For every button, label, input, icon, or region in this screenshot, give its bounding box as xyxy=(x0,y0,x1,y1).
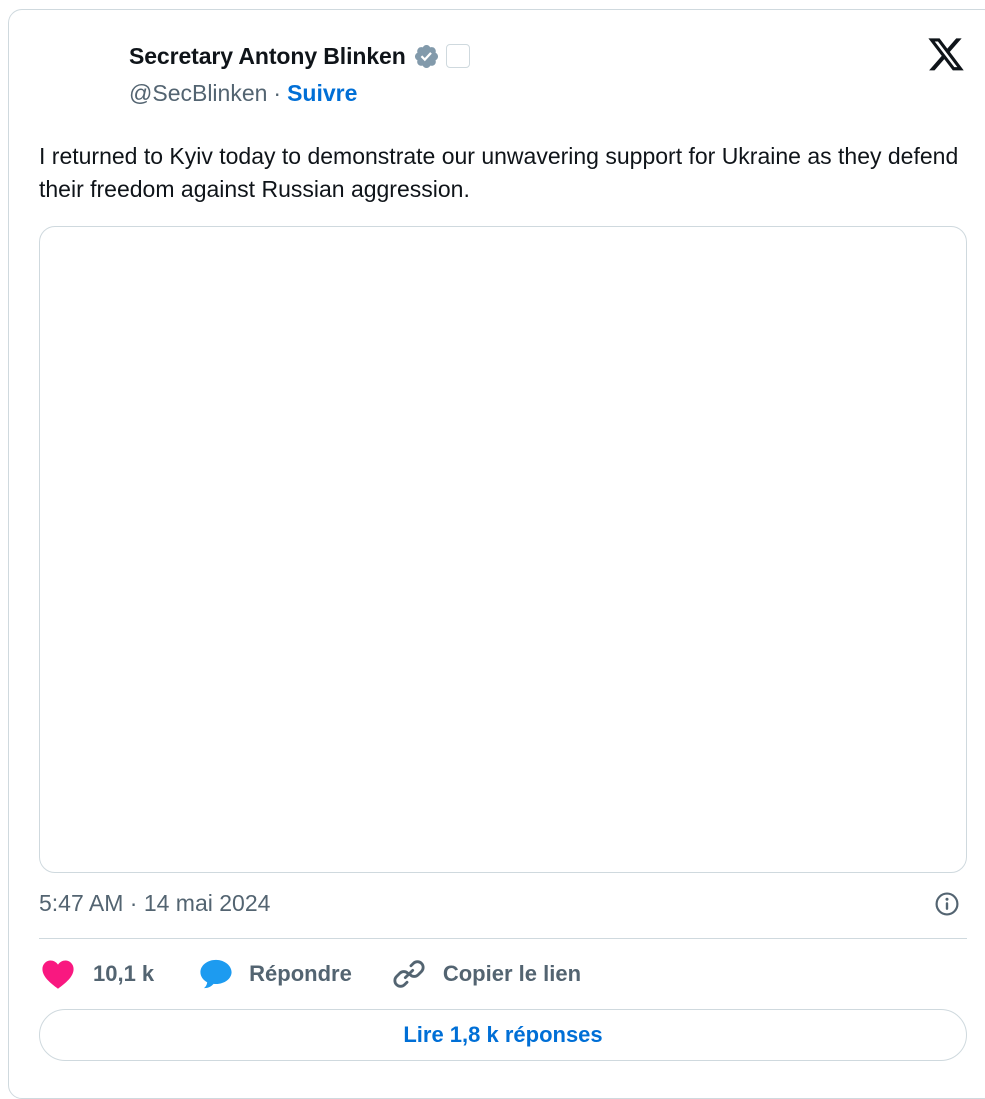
tweet-header: Secretary Antony Blinken @SecBlinken · S… xyxy=(129,40,470,108)
copy-link-button[interactable]: Copier le lien xyxy=(392,957,581,991)
x-logo-icon[interactable] xyxy=(926,38,966,74)
tweet-actions: 10,1 k Répondre Copier le lien xyxy=(41,955,581,993)
follow-link[interactable]: Suivre xyxy=(287,80,357,107)
read-replies-button[interactable]: Lire 1,8 k réponses xyxy=(39,1009,967,1061)
tweet-media-placeholder[interactable] xyxy=(39,226,967,873)
reply-button[interactable]: Répondre xyxy=(199,958,352,990)
affiliation-badge-icon xyxy=(445,44,470,68)
speech-bubble-icon xyxy=(199,958,233,990)
author-handle[interactable]: @SecBlinken xyxy=(129,80,267,107)
copy-link-label: Copier le lien xyxy=(442,961,582,986)
tweet-timestamp[interactable]: 5:47 AM · 14 mai 2024 xyxy=(39,890,270,917)
like-button[interactable]: 10,1 k xyxy=(41,958,154,990)
verified-badge-icon xyxy=(413,43,440,70)
actions-divider xyxy=(39,938,967,939)
like-count: 10,1 k xyxy=(93,961,155,986)
tweet-text: I returned to Kyiv today to demonstrate … xyxy=(39,143,959,202)
heart-icon xyxy=(41,958,75,990)
reply-label: Répondre xyxy=(249,961,352,986)
author-handle-row: @SecBlinken · Suivre xyxy=(129,78,470,108)
link-icon xyxy=(392,957,426,991)
read-replies-label: Lire 1,8 k réponses xyxy=(403,1022,603,1047)
handle-separator: · xyxy=(273,79,282,106)
author-display-name[interactable]: Secretary Antony Blinken xyxy=(129,43,406,70)
author-name-row: Secretary Antony Blinken xyxy=(129,40,470,72)
info-icon[interactable] xyxy=(934,891,960,917)
